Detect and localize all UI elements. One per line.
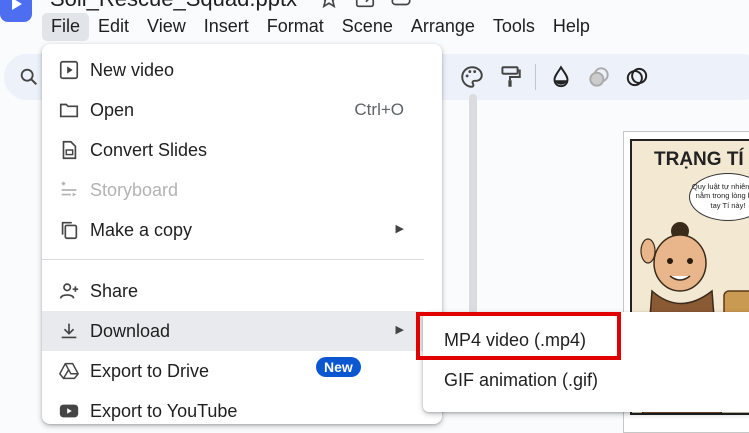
play-icon (12, 0, 22, 10)
menu-scene[interactable]: Scene (333, 13, 402, 41)
menu-item-label: Storyboard (90, 180, 179, 200)
comic-title: TRẠNG TÍ (654, 149, 744, 170)
menu-item-convert-slides[interactable]: Convert Slides (42, 130, 424, 170)
menu-arrange[interactable]: Arrange (402, 13, 484, 41)
submenu-arrow-icon: ▶ (395, 324, 404, 336)
submenu-item-label: GIF animation (.gif) (444, 370, 599, 390)
annotation-highlight-box (416, 312, 621, 360)
menu-item-share[interactable]: Share (42, 271, 424, 311)
copy-icon (61, 221, 78, 240)
menu-divider (42, 259, 424, 260)
speech-bubble: Quy luật tự nhiên đều nằm trong lòng bàn… (689, 173, 749, 221)
menu-item-label: Download (90, 321, 171, 341)
menu-item-storyboard: Storyboard (42, 170, 424, 210)
download-icon (61, 323, 77, 339)
folder-icon (59, 103, 79, 118)
cloud-status-icon[interactable] (390, 0, 412, 10)
menu-item-open[interactable]: Open Ctrl+O (42, 90, 424, 130)
file-menu: New video Open Ctrl+O Convert Slides Sto… (42, 44, 477, 424)
menu-item-label: Convert Slides (90, 140, 208, 160)
menu-edit[interactable]: Edit (89, 13, 138, 41)
menu-item-label: Make a copy (90, 220, 193, 240)
menu-tools[interactable]: Tools (484, 13, 544, 41)
convert-slides-icon (62, 140, 77, 160)
menu-scrollbar[interactable] (469, 94, 477, 314)
menu-view[interactable]: View (138, 13, 195, 41)
palette-icon[interactable] (459, 64, 485, 90)
opacity-icon[interactable] (624, 64, 650, 90)
shortcut-label: Ctrl+O (354, 100, 404, 119)
menu-help[interactable]: Help (544, 13, 599, 41)
toolbar-divider (535, 64, 536, 90)
new-badge: New (316, 357, 361, 377)
menu-item-label: Open (90, 100, 135, 120)
menu-item-new-video[interactable]: New video (42, 50, 424, 90)
menu-item-label: Export to Drive (90, 361, 210, 381)
effects-icon[interactable] (586, 64, 612, 90)
fill-color-icon[interactable] (548, 64, 574, 90)
menu-item-export-to-youtube[interactable]: Export to YouTube (42, 391, 424, 431)
menu-item-label: New video (90, 60, 175, 80)
new-video-icon (59, 60, 79, 80)
document-title[interactable]: Soil_Rescue_Squad.pptx (50, 0, 297, 12)
menu-item-label: Export to YouTube (90, 401, 238, 421)
menu-format[interactable]: Format (258, 13, 333, 41)
menu-item-make-a-copy[interactable]: Make a copy ▶ (42, 210, 424, 250)
youtube-icon (59, 404, 79, 418)
share-icon (59, 283, 79, 299)
storyboard-icon (61, 181, 77, 197)
title-actions (318, 0, 412, 10)
menu-item-label: Share (90, 281, 139, 301)
star-icon[interactable] (318, 0, 340, 10)
submenu-arrow-icon: ▶ (395, 223, 404, 235)
search-icon[interactable] (18, 66, 40, 88)
submenu-item-gif[interactable]: GIF animation (.gif) (423, 360, 749, 400)
drive-icon (58, 362, 80, 380)
menubar: File Edit View Insert Format Scene Arran… (42, 13, 599, 41)
move-to-folder-icon[interactable] (354, 0, 376, 10)
menu-file[interactable]: File (42, 13, 90, 41)
menu-item-export-to-drive[interactable]: Export to Drive (42, 351, 424, 391)
paint-format-icon[interactable] (497, 64, 523, 90)
menu-item-download[interactable]: Download ▶ (42, 311, 424, 351)
menu-insert[interactable]: Insert (195, 13, 258, 41)
app-logo[interactable] (0, 0, 32, 22)
